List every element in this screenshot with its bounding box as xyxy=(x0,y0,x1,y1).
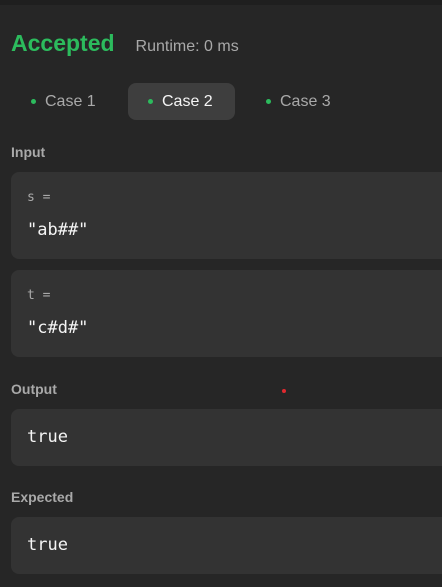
result-status: Accepted xyxy=(11,30,115,56)
tab-case-3[interactable]: Case 3 xyxy=(235,83,355,120)
cursor-marker xyxy=(282,389,286,393)
passed-dot-icon xyxy=(31,99,36,104)
result-header: Accepted Runtime: 0 ms xyxy=(11,30,239,57)
expected-box[interactable]: true xyxy=(11,517,442,574)
passed-dot-icon xyxy=(148,99,153,104)
output-label: Output xyxy=(11,381,57,397)
output-value: true xyxy=(27,427,68,447)
param-value: "ab##" xyxy=(27,220,89,240)
param-name: s = xyxy=(27,190,51,205)
input-param-s[interactable]: s = "ab##" xyxy=(11,172,442,259)
tab-label: Case 3 xyxy=(280,92,331,110)
tab-case-1[interactable]: Case 1 xyxy=(12,83,128,120)
param-value: "c#d#" xyxy=(27,318,89,338)
input-param-t[interactable]: t = "c#d#" xyxy=(11,270,442,357)
param-name: t = xyxy=(27,288,51,303)
case-tabs: Case 1 Case 2 Case 3 xyxy=(12,83,355,120)
tab-label: Case 1 xyxy=(45,92,96,110)
input-label: Input xyxy=(11,144,46,160)
tab-case-2[interactable]: Case 2 xyxy=(128,83,235,120)
passed-dot-icon xyxy=(266,99,271,104)
top-strip xyxy=(0,0,442,5)
expected-label: Expected xyxy=(11,489,74,505)
output-box[interactable]: true xyxy=(11,409,442,466)
tab-label: Case 2 xyxy=(162,92,213,110)
runtime-text: Runtime: 0 ms xyxy=(135,38,239,55)
expected-value: true xyxy=(27,535,68,555)
